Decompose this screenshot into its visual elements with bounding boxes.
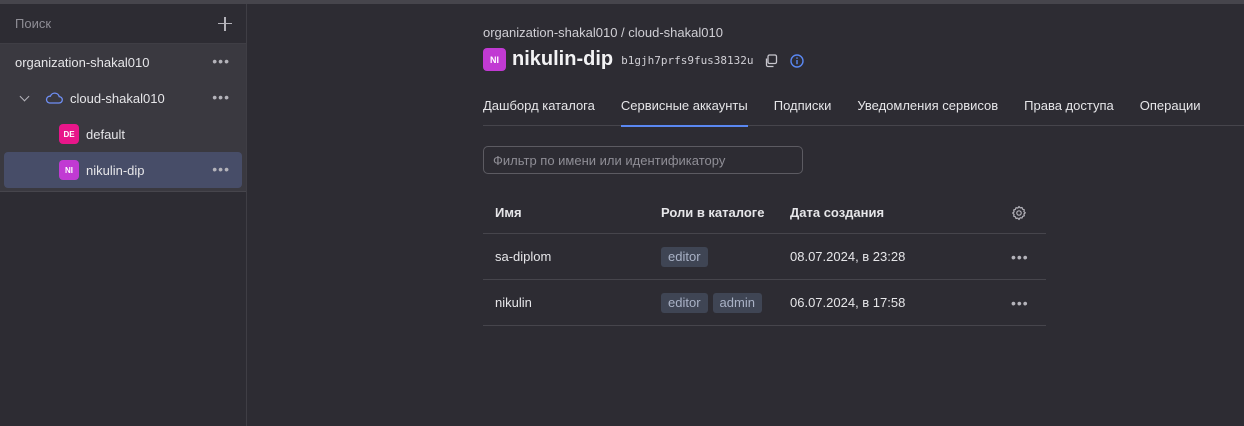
- folder-badge: NI: [483, 48, 506, 71]
- column-header-date[interactable]: Дата создания: [790, 205, 884, 220]
- created-date: 08.07.2024, в 23:28: [790, 249, 906, 264]
- more-icon[interactable]: •••: [212, 90, 230, 104]
- tree-item-label: default: [86, 126, 126, 142]
- folder-badge: NI: [59, 160, 79, 180]
- tree-item-label: organization-shakal010: [15, 54, 150, 70]
- tree-item-organization[interactable]: organization-shakal010 •••: [0, 44, 246, 80]
- created-date: 06.07.2024, в 17:58: [790, 295, 906, 310]
- account-name[interactable]: nikulin: [495, 295, 532, 310]
- more-icon[interactable]: •••: [1011, 250, 1029, 264]
- tab-access-rights[interactable]: Права доступа: [1024, 91, 1114, 126]
- tab-bar: Дашборд каталога Сервисные аккаунты Подп…: [483, 91, 1244, 127]
- column-header-roles[interactable]: Роли в каталоге: [661, 205, 764, 220]
- table-row[interactable]: nikulin editor admin 06.07.2024, в 17:58…: [483, 280, 1046, 326]
- more-icon[interactable]: •••: [1011, 296, 1029, 310]
- more-icon[interactable]: •••: [212, 54, 230, 68]
- gear-icon[interactable]: [1011, 205, 1027, 221]
- tab-dashboard[interactable]: Дашборд каталога: [483, 91, 595, 126]
- tab-service-notifications[interactable]: Уведомления сервисов: [857, 91, 998, 126]
- folder-id: b1gjh7prfs9fus38132u: [621, 54, 754, 67]
- tab-subscriptions[interactable]: Подписки: [774, 91, 832, 126]
- column-header-name[interactable]: Имя: [495, 205, 522, 220]
- more-icon[interactable]: •••: [212, 162, 230, 176]
- roles-cell: editor admin: [661, 292, 767, 313]
- resource-tree: organization-shakal010 ••• cloud-shakal0…: [0, 44, 246, 192]
- role-chip: editor: [661, 246, 708, 267]
- sidebar: Поиск organization-shakal010 ••• cloud-s…: [0, 4, 247, 426]
- role-chip: editor: [661, 292, 708, 313]
- cloud-icon: [45, 92, 63, 104]
- search-label: Поиск: [15, 16, 52, 31]
- tree-item-folder-default[interactable]: DE default: [0, 116, 246, 152]
- tab-service-accounts[interactable]: Сервисные аккаунты: [620, 91, 748, 127]
- tree-item-label: nikulin-dip: [86, 162, 145, 178]
- tree-item-cloud[interactable]: cloud-shakal010 •••: [0, 80, 246, 116]
- tab-operations[interactable]: Операции: [1140, 91, 1201, 126]
- sidebar-search[interactable]: Поиск: [0, 4, 246, 44]
- folder-badge: DE: [59, 124, 79, 144]
- copy-icon[interactable]: [764, 53, 778, 68]
- page-title: nikulin-dip: [512, 48, 614, 70]
- info-icon[interactable]: [789, 53, 804, 68]
- filter-input[interactable]: [483, 146, 803, 174]
- page-header: NI nikulin-dip b1gjh7prfs9fus38132u: [483, 48, 804, 71]
- tree-item-label: cloud-shakal010: [70, 90, 165, 106]
- account-name[interactable]: sa-diplom: [495, 249, 551, 264]
- table-row[interactable]: sa-diplom editor 08.07.2024, в 23:28 •••: [483, 234, 1046, 280]
- chevron-down-icon[interactable]: [19, 91, 30, 101]
- tree-item-folder-nikulin-dip[interactable]: NI nikulin-dip •••: [4, 152, 242, 188]
- roles-cell: editor: [661, 246, 713, 267]
- breadcrumb[interactable]: organization-shakal010 / cloud-shakal010: [483, 25, 723, 40]
- service-accounts-table: Имя Роли в каталоге Дата создания sa-dip…: [483, 192, 1046, 326]
- table-header: Имя Роли в каталоге Дата создания: [483, 192, 1046, 234]
- role-chip: admin: [712, 292, 762, 313]
- plus-icon[interactable]: [218, 16, 232, 31]
